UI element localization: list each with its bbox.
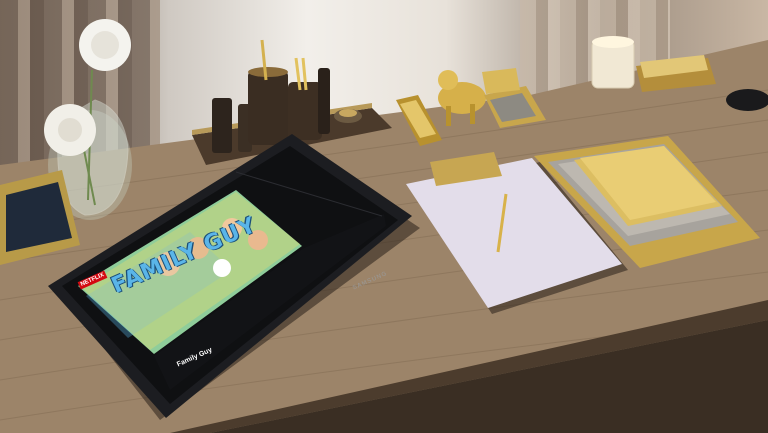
- candle-jar: [591, 36, 635, 89]
- white-flower-low: [44, 104, 96, 156]
- photo-scene: NETFLIX FAMILY GUY Family Guy SAMSUNG: [0, 0, 768, 433]
- white-flower-top: [79, 19, 131, 71]
- desk-illustration: [0, 19, 768, 433]
- wireless-charger: [726, 89, 768, 111]
